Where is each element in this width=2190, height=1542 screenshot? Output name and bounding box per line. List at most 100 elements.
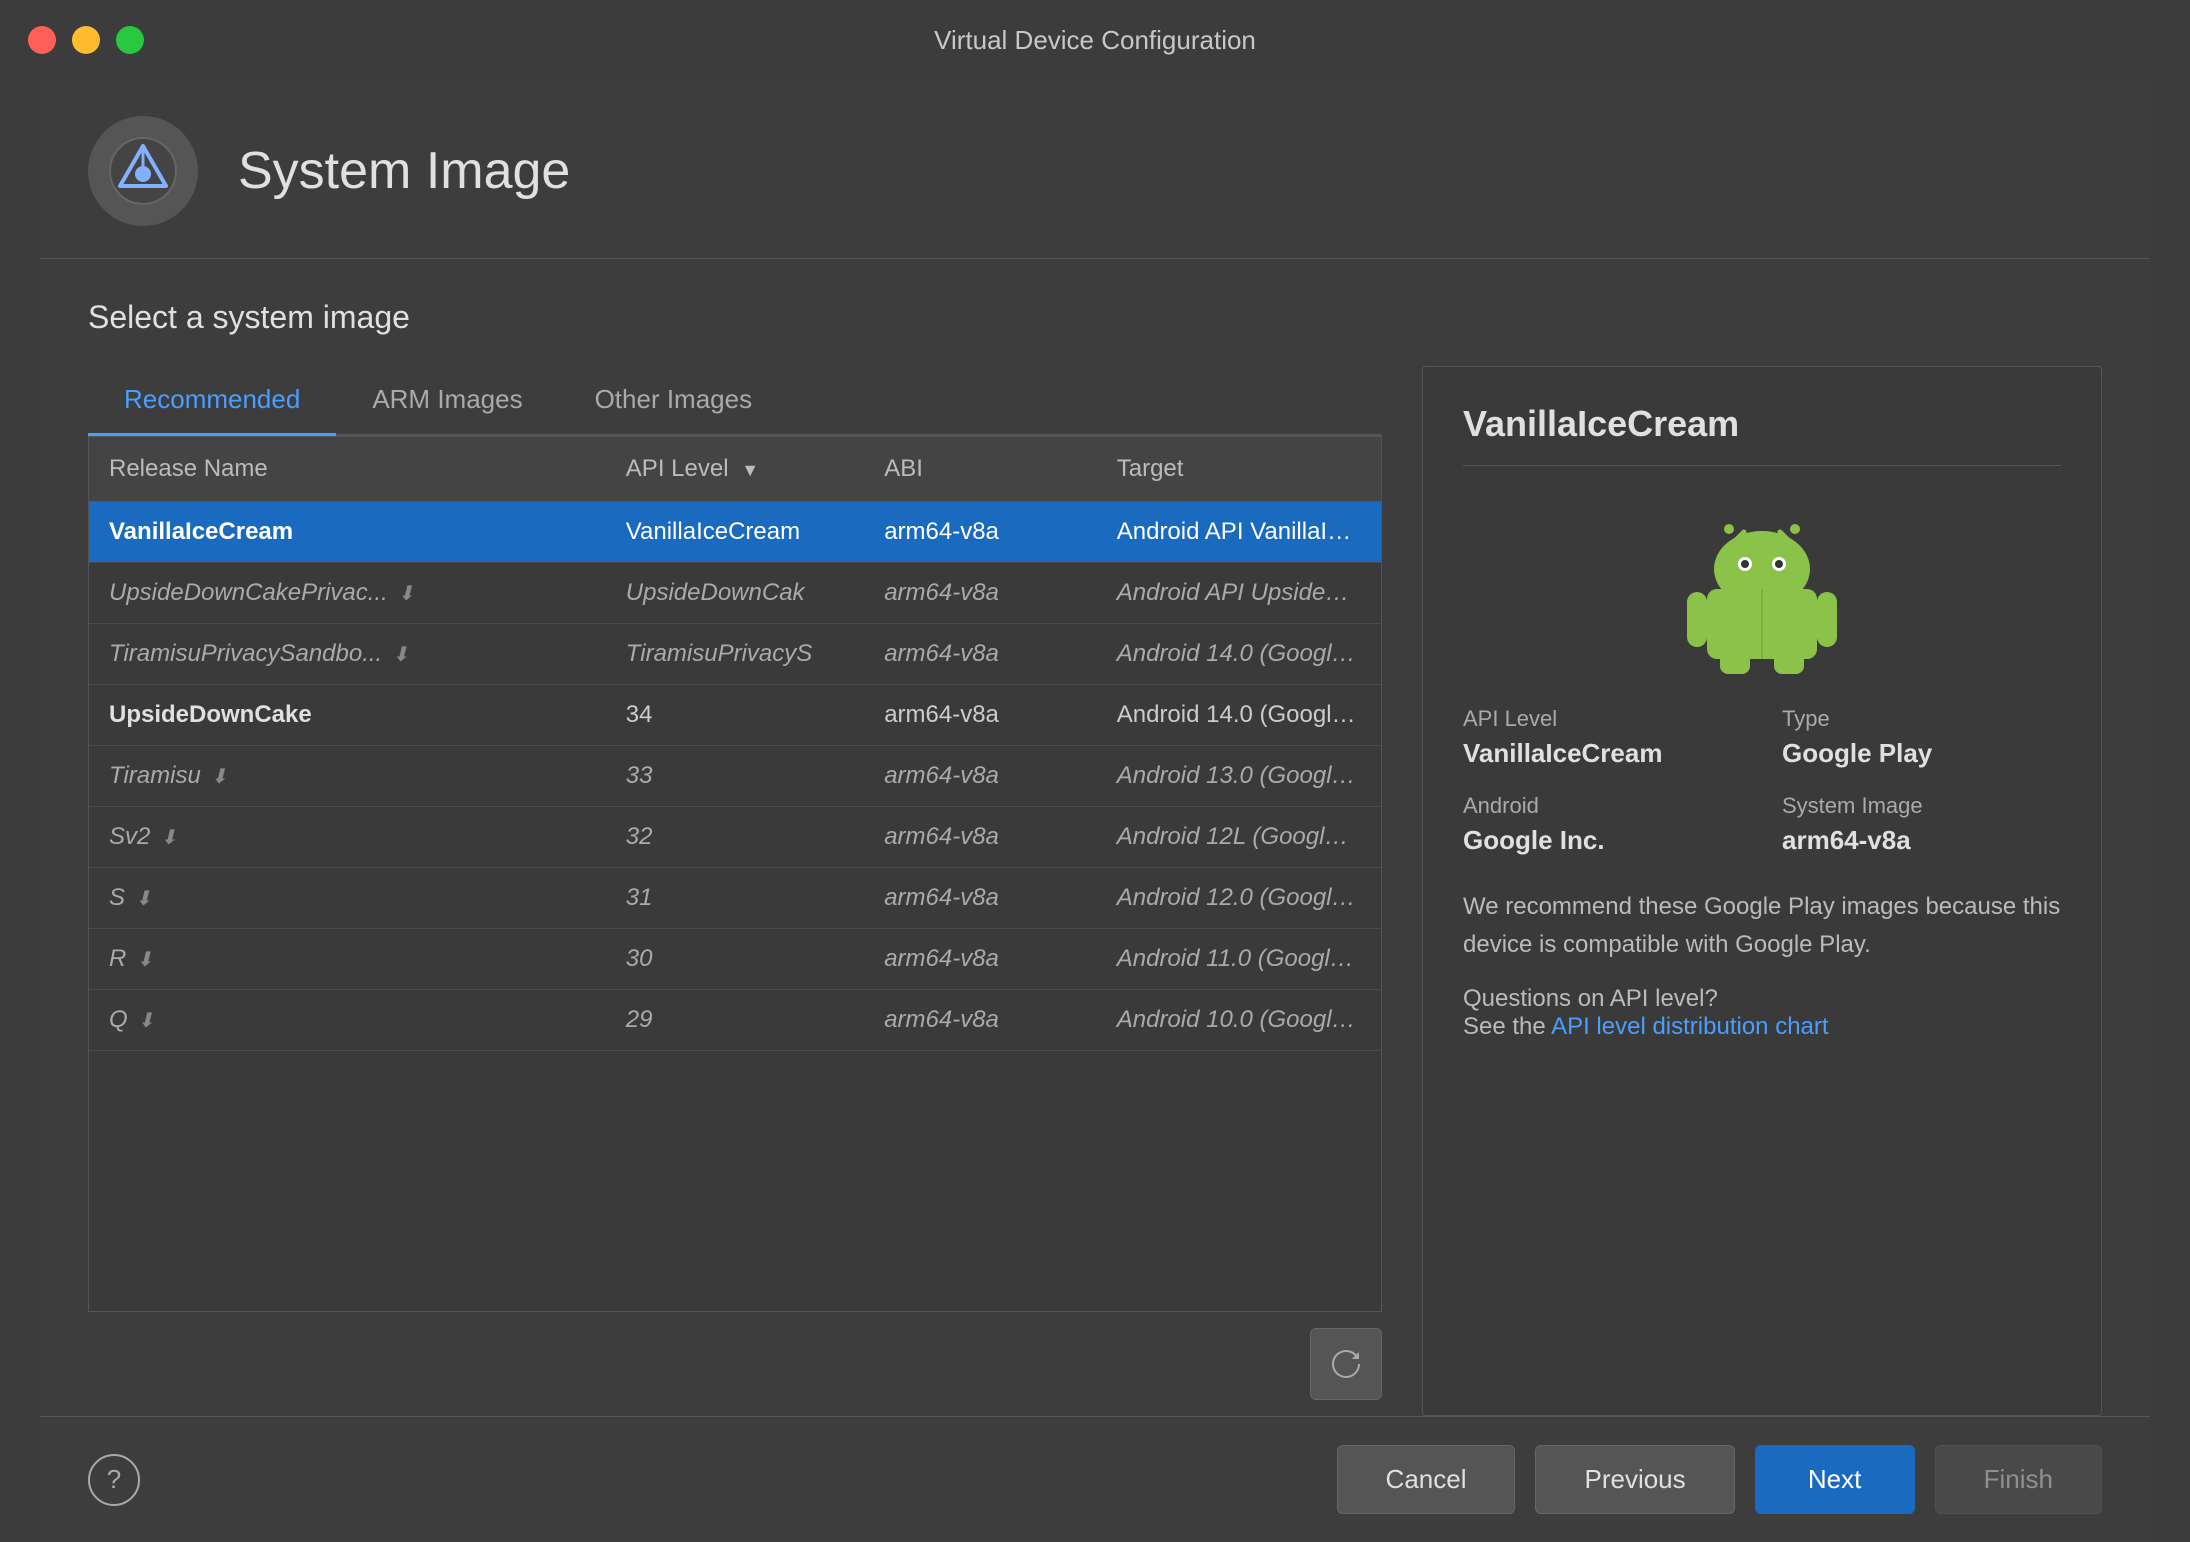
col-header-abi: ABI — [864, 437, 1097, 502]
cell-release-name: R⬇ — [89, 929, 606, 990]
android-value: Google Inc. — [1463, 825, 1742, 856]
help-button[interactable]: ? — [88, 1454, 140, 1506]
cell-release-name: VanillaIceCream — [89, 502, 606, 563]
cell-api-level: VanillaIceCream — [606, 502, 864, 563]
cell-api-level: 29 — [606, 990, 864, 1051]
tab-recommended[interactable]: Recommended — [88, 366, 336, 436]
col-header-target: Target — [1097, 437, 1381, 502]
download-icon[interactable]: ⬇ — [398, 583, 415, 605]
api-level-value: VanillaIceCream — [1463, 738, 1742, 769]
detail-panel: VanillaIceCream — [1422, 366, 2102, 1416]
cell-api-level: 31 — [606, 868, 864, 929]
type-item: Type Google Play — [1782, 706, 2061, 769]
cell-api-level: 33 — [606, 746, 864, 807]
table-row[interactable]: Q⬇29arm64-v8aAndroid 10.0 (Google Play) — [89, 990, 1381, 1051]
android-studio-icon — [108, 136, 178, 206]
cell-release-name: Sv2⬇ — [89, 807, 606, 868]
cancel-button[interactable]: Cancel — [1337, 1445, 1516, 1514]
detail-title: VanillaIceCream — [1463, 403, 2061, 466]
col-header-api-level[interactable]: API Level ▼ — [606, 437, 864, 502]
table-row[interactable]: Sv2⬇32arm64-v8aAndroid 12L (Google Play) — [89, 807, 1381, 868]
table-row[interactable]: UpsideDownCake34arm64-v8aAndroid 14.0 (G… — [89, 685, 1381, 746]
maximize-button[interactable] — [116, 26, 144, 54]
api-question-text: Questions on API level? See the API leve… — [1463, 985, 2061, 1041]
cell-target: Android 13.0 (Google Play) — [1097, 746, 1381, 807]
refresh-button[interactable] — [1310, 1328, 1382, 1400]
cell-abi: arm64-v8a — [864, 502, 1097, 563]
info-grid: API Level VanillaIceCream Type Google Pl… — [1463, 706, 2061, 856]
system-image-label: System Image — [1782, 793, 2061, 819]
section-title: Select a system image — [88, 299, 2102, 336]
tab-bar: Recommended ARM Images Other Images — [88, 366, 1382, 436]
cell-release-name: S⬇ — [89, 868, 606, 929]
tab-other-images[interactable]: Other Images — [559, 366, 789, 436]
table-row[interactable]: Tiramisu⬇33arm64-v8aAndroid 13.0 (Google… — [89, 746, 1381, 807]
android-item: Android Google Inc. — [1463, 793, 1742, 856]
cell-abi: arm64-v8a — [864, 685, 1097, 746]
api-level-label: API Level — [1463, 706, 1742, 732]
bottom-bar: ? Cancel Previous Next Finish — [40, 1416, 2150, 1542]
cell-target: Android 14.0 (Google Play) — [1097, 685, 1381, 746]
header: System Image — [40, 80, 2150, 259]
table-footer — [88, 1312, 1382, 1416]
cell-target: Android 12L (Google Play) — [1097, 807, 1381, 868]
cell-abi: arm64-v8a — [864, 563, 1097, 624]
type-value: Google Play — [1782, 738, 2061, 769]
cell-api-level: 34 — [606, 685, 864, 746]
table-row[interactable]: S⬇31arm64-v8aAndroid 12.0 (Google Play) — [89, 868, 1381, 929]
next-button[interactable]: Next — [1755, 1445, 1915, 1514]
cell-target: Android 14.0 (Google Play) — [1097, 624, 1381, 685]
previous-button[interactable]: Previous — [1535, 1445, 1734, 1514]
two-column-layout: Recommended ARM Images Other Images Rele… — [88, 366, 2102, 1416]
close-button[interactable] — [28, 26, 56, 54]
cell-release-name: Tiramisu⬇ — [89, 746, 606, 807]
app-logo — [88, 116, 198, 226]
download-icon[interactable]: ⬇ — [138, 1010, 155, 1032]
title-bar: Virtual Device Configuration — [0, 0, 2190, 80]
cell-abi: arm64-v8a — [864, 746, 1097, 807]
table-row[interactable]: TiramisuPrivacySandbo...⬇TiramisuPrivacy… — [89, 624, 1381, 685]
download-icon[interactable]: ⬇ — [392, 644, 409, 666]
cell-release-name: UpsideDownCakePrivac...⬇ — [89, 563, 606, 624]
refresh-icon — [1330, 1348, 1362, 1380]
cell-abi: arm64-v8a — [864, 807, 1097, 868]
cell-release-name: UpsideDownCake — [89, 685, 606, 746]
cell-api-level: 30 — [606, 929, 864, 990]
left-panel: Recommended ARM Images Other Images Rele… — [88, 366, 1382, 1416]
content-area: Select a system image Recommended ARM Im… — [40, 259, 2150, 1416]
cell-api-level: UpsideDownCak — [606, 563, 864, 624]
download-icon[interactable]: ⬇ — [160, 827, 177, 849]
system-image-table[interactable]: Release Name API Level ▼ ABI Target Vani… — [88, 436, 1382, 1312]
api-distribution-link[interactable]: API level distribution chart — [1551, 1013, 1828, 1040]
cell-target: Android API VanillaIceCream (Goo — [1097, 502, 1381, 563]
cell-target: Android API UpsideDownCakePri — [1097, 563, 1381, 624]
window-controls — [28, 26, 144, 54]
cell-abi: arm64-v8a — [864, 929, 1097, 990]
finish-button[interactable]: Finish — [1935, 1445, 2102, 1514]
download-icon[interactable]: ⬇ — [136, 949, 153, 971]
table-header-row: Release Name API Level ▼ ABI Target — [89, 437, 1381, 502]
android-robot-icon — [1682, 514, 1842, 674]
table-row[interactable]: R⬇30arm64-v8aAndroid 11.0 (Google Play) — [89, 929, 1381, 990]
sort-arrow-icon: ▼ — [741, 460, 759, 481]
cell-abi: arm64-v8a — [864, 990, 1097, 1051]
cell-target: Android 12.0 (Google Play) — [1097, 868, 1381, 929]
cell-release-name: Q⬇ — [89, 990, 606, 1051]
cell-abi: arm64-v8a — [864, 624, 1097, 685]
table-row[interactable]: VanillaIceCreamVanillaIceCreamarm64-v8aA… — [89, 502, 1381, 563]
cell-target: Android 11.0 (Google Play) — [1097, 929, 1381, 990]
window-title: Virtual Device Configuration — [934, 25, 1256, 56]
recommendation-description: We recommend these Google Play images be… — [1463, 888, 2061, 965]
cell-target: Android 10.0 (Google Play) — [1097, 990, 1381, 1051]
table-row[interactable]: UpsideDownCakePrivac...⬇UpsideDownCakarm… — [89, 563, 1381, 624]
system-image-item: System Image arm64-v8a — [1782, 793, 2061, 856]
download-icon[interactable]: ⬇ — [211, 766, 228, 788]
page-title: System Image — [238, 141, 570, 201]
minimize-button[interactable] — [72, 26, 100, 54]
tab-arm-images[interactable]: ARM Images — [336, 366, 558, 436]
android-label: Android — [1463, 793, 1742, 819]
android-robot-container — [1463, 514, 2061, 674]
download-icon[interactable]: ⬇ — [135, 888, 152, 910]
cell-release-name: TiramisuPrivacySandbo...⬇ — [89, 624, 606, 685]
col-header-release-name: Release Name — [89, 437, 606, 502]
